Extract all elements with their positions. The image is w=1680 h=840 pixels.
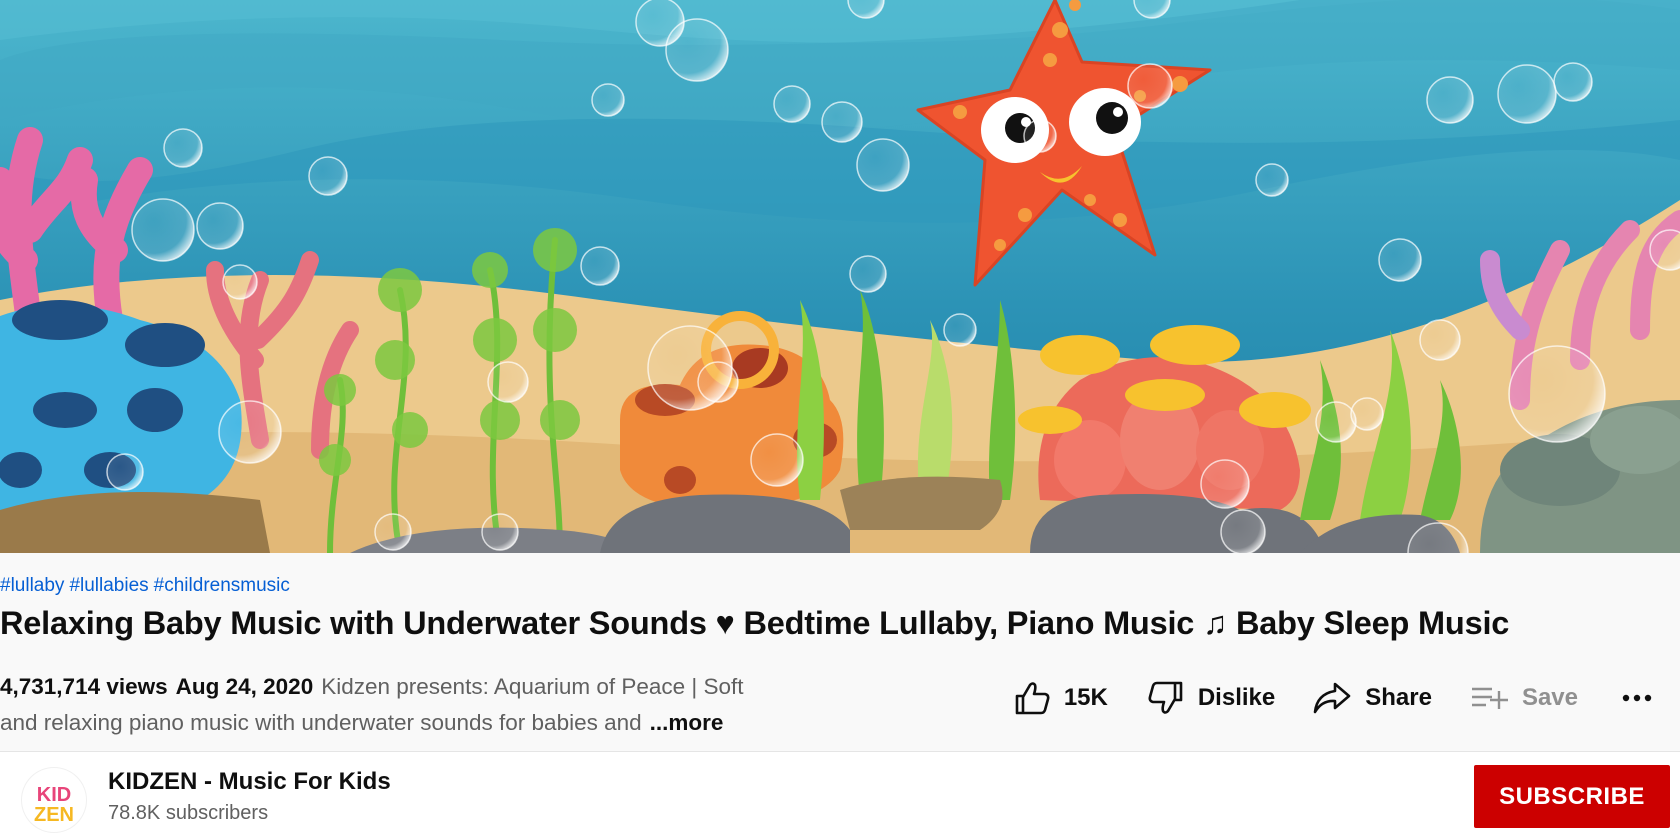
action-bar: 15K Dislike Share Save (1014, 673, 1680, 723)
thumbs-up-icon (1015, 682, 1050, 715)
more-horizontal-icon (1622, 694, 1652, 702)
hashtag-link[interactable]: #lullaby (0, 575, 64, 596)
video-title: Relaxing Baby Music with Underwater Soun… (0, 605, 1510, 641)
like-button[interactable]: 15K (1014, 681, 1108, 715)
more-actions-button[interactable] (1622, 694, 1666, 702)
playlist-add-icon (1471, 687, 1508, 709)
channel-avatar[interactable]: KID ZEN (22, 768, 86, 832)
save-label: Save (1521, 684, 1578, 711)
kidzen-logo: KID ZEN (34, 784, 74, 826)
hashtag-link[interactable]: #childrensmusic (154, 575, 290, 596)
dislike-button[interactable]: Dislike (1148, 681, 1275, 715)
video-info-panel: #lullaby #lullabies #childrensmusic Relaxi… (0, 553, 1680, 840)
logo-text-top: KID (37, 784, 71, 806)
subscriber-count: 78.8K subscribers (108, 802, 269, 824)
video-player[interactable] (0, 0, 1680, 553)
thumbs-down-icon (1148, 681, 1183, 714)
share-button[interactable]: Share (1313, 682, 1432, 714)
hashtag-link[interactable]: #lullabies (69, 575, 148, 596)
youtube-watch-page: #lullaby #lullabies #childrensmusic Relaxi… (0, 0, 1680, 840)
description-line-1: Kidzen presents: Aquarium of Peace | Sof… (321, 674, 744, 699)
dislike-label: Dislike (1197, 684, 1276, 711)
channel-bar: KID ZEN KIDZEN - Music For Kids 78.8K su… (0, 751, 1680, 840)
description-line-2: and relaxing piano music with underwater… (0, 710, 642, 735)
channel-name[interactable]: KIDZEN - Music For Kids (108, 768, 391, 796)
view-count: 4,731,714 views (0, 674, 168, 699)
video-frame-illustration (0, 0, 1680, 553)
like-count: 15K (1063, 684, 1108, 711)
logo-text-bottom: ZEN (34, 804, 74, 826)
subscribe-button[interactable]: SUBSCRIBE (1474, 765, 1670, 828)
save-button[interactable]: Save (1471, 684, 1578, 712)
more-link[interactable]: ...more (650, 710, 724, 735)
share-arrow-icon (1313, 682, 1351, 714)
upload-date: Aug 24, 2020 (175, 674, 314, 699)
share-label: Share (1365, 684, 1432, 711)
description-box[interactable]: 4,731,714 views Aug 24, 2020 Kidzen presen… (0, 669, 840, 741)
hashtag-list: #lullaby #lullabies #childrensmusic (0, 575, 295, 597)
